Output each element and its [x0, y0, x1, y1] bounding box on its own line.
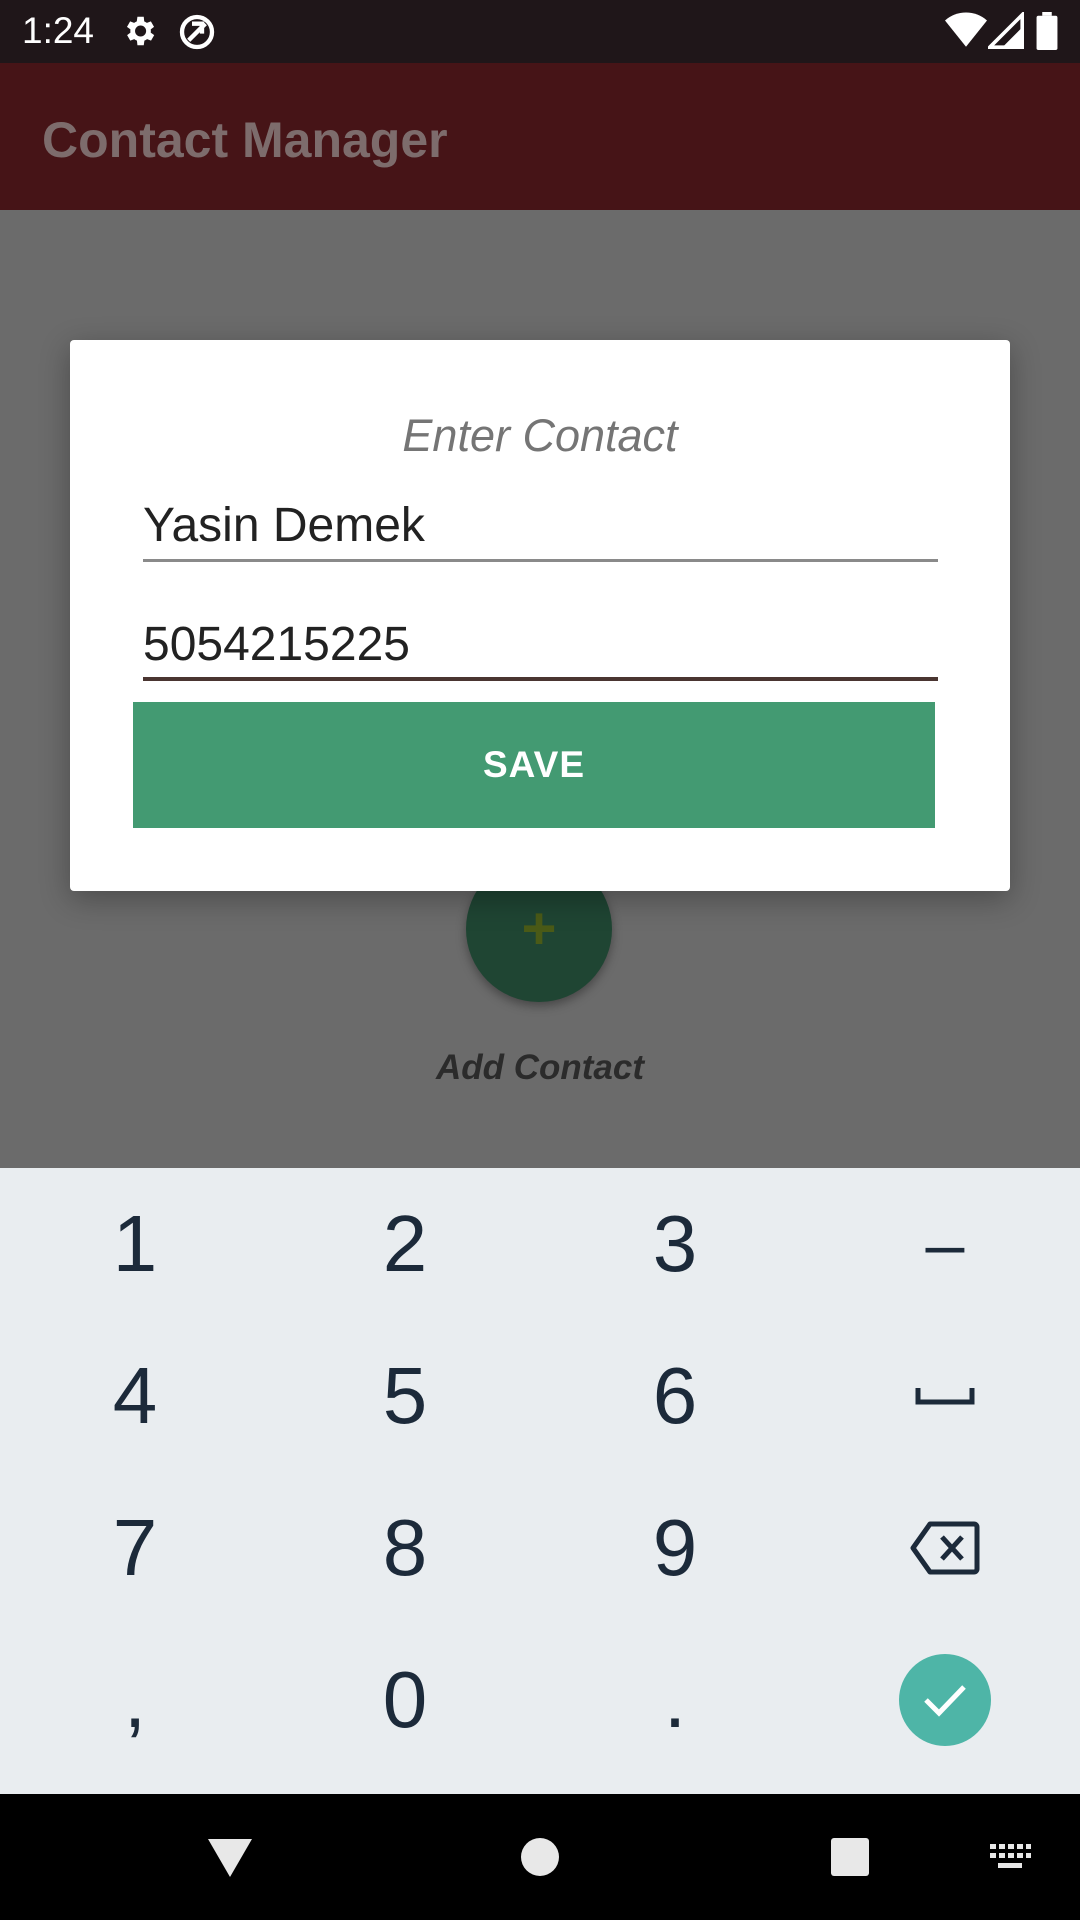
numeric-keyboard: 1 2 3 – 4 5 6 7 8 9 , 0 .	[0, 1168, 1080, 1794]
backspace-icon	[910, 1521, 980, 1575]
wifi-icon	[945, 12, 987, 55]
space-icon	[915, 1388, 975, 1405]
sync-off-icon	[177, 12, 217, 57]
key-5[interactable]: 5	[270, 1320, 540, 1472]
space-key[interactable]	[810, 1320, 1080, 1472]
key-9[interactable]: 9	[540, 1472, 810, 1624]
done-key[interactable]	[810, 1624, 1080, 1776]
name-field[interactable]	[143, 492, 938, 562]
status-bar: 1:24	[0, 0, 1080, 63]
key-1[interactable]: 1	[0, 1168, 270, 1320]
keyboard-switch-icon[interactable]	[980, 1794, 1040, 1920]
key-7[interactable]: 7	[0, 1472, 270, 1624]
save-button[interactable]: SAVE	[133, 702, 935, 828]
status-time: 1:24	[22, 10, 95, 51]
done-check-icon	[899, 1654, 991, 1746]
back-icon[interactable]	[190, 1794, 270, 1920]
backspace-key[interactable]	[810, 1472, 1080, 1624]
key-period[interactable]: .	[540, 1624, 810, 1776]
key-3[interactable]: 3	[540, 1168, 810, 1320]
battery-icon	[1036, 12, 1058, 55]
key-0[interactable]: 0	[270, 1624, 540, 1776]
app-bar: Contact Manager	[0, 63, 1080, 210]
signal-icon	[985, 10, 1024, 55]
key-4[interactable]: 4	[0, 1320, 270, 1472]
key-comma[interactable]: ,	[0, 1624, 270, 1776]
home-icon[interactable]	[500, 1794, 580, 1920]
phone-field[interactable]	[143, 611, 938, 681]
add-contact-label: Add Contact	[435, 1048, 645, 1087]
key-dash[interactable]: –	[810, 1168, 1080, 1320]
recents-icon[interactable]	[810, 1794, 890, 1920]
key-8[interactable]: 8	[270, 1472, 540, 1624]
app-title: Contact Manager	[42, 112, 448, 168]
nav-bar	[0, 1794, 1080, 1920]
enter-contact-dialog: Enter Contact SAVE	[70, 340, 1010, 891]
dialog-title: Enter Contact	[402, 410, 678, 461]
key-6[interactable]: 6	[540, 1320, 810, 1472]
key-2[interactable]: 2	[270, 1168, 540, 1320]
gear-icon	[120, 12, 158, 55]
